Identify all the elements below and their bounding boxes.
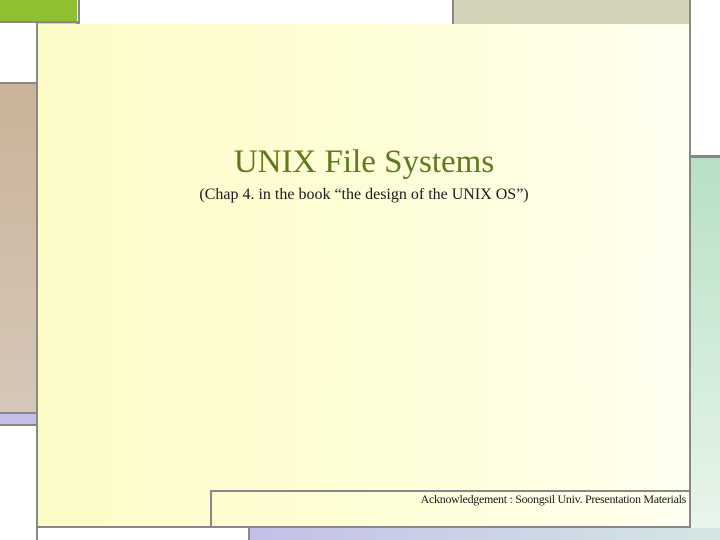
frame-line-top-left (0, 21, 78, 23)
frame-line-right-ext (689, 155, 720, 157)
frame-line-left (36, 22, 38, 530)
frame-line-right (689, 0, 691, 530)
deco-white-block-top-left (0, 22, 38, 84)
content-panel (38, 24, 690, 528)
deco-white-block-right (690, 0, 720, 156)
deco-tan-column (0, 84, 38, 412)
deco-bottom-white (38, 528, 248, 540)
deco-white-block-bottom-left (0, 426, 38, 540)
deco-green-block (0, 0, 77, 22)
deco-lavender-strip (0, 412, 38, 426)
slide-subtitle: (Chap 4. in the book “the design of the … (199, 186, 529, 203)
frame-line-top-short (78, 0, 80, 24)
slide-title: UNIX File Systems (233, 144, 495, 180)
deco-bottom-lavender (248, 528, 720, 540)
acknowledgement-text: Acknowledgement : Soongsil Univ. Present… (420, 492, 687, 506)
deco-mint-column (690, 156, 720, 540)
